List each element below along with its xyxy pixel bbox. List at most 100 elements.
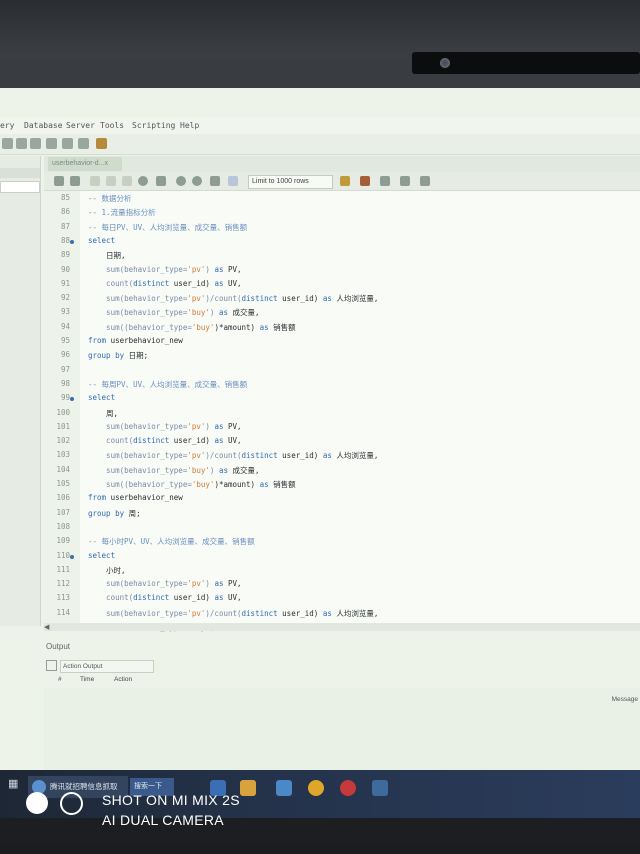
mysql-workbench-icon[interactable]: [372, 780, 388, 796]
limit-rows-select[interactable]: Limit to 1000 rows: [248, 175, 333, 189]
stop-icon[interactable]: [138, 176, 148, 186]
code-token: distinct: [241, 608, 278, 618]
scroll-left-icon[interactable]: ◀: [44, 623, 49, 631]
red-app-icon[interactable]: [340, 780, 356, 796]
task-view-icon[interactable]: ▦: [8, 777, 18, 790]
code-line[interactable]: 87 -- 每日PV、UV、人均浏览量、成交量、销售额: [44, 222, 640, 236]
execute-current-icon[interactable]: [106, 176, 116, 186]
code-line[interactable]: 102 count(distinct user_id) as UV,: [44, 436, 640, 450]
code-line[interactable]: 92 sum(behavior_type='pv')/count(distinc…: [44, 293, 640, 307]
view-icon[interactable]: [62, 138, 73, 149]
code-line[interactable]: 89 日期,: [44, 250, 640, 264]
code-line[interactable]: 105 sum((behavior_type='buy')*amount) as…: [44, 479, 640, 493]
line-number: 113: [56, 593, 70, 603]
code-line[interactable]: 104 sum(behavior_type='buy') as 成交量,: [44, 465, 640, 479]
code-line[interactable]: 109 -- 每小时PV、UV、人均浏览量、成交量、销售额: [44, 536, 640, 550]
statement-marker-icon: [70, 554, 74, 559]
horizontal-scrollbar[interactable]: ◀: [44, 623, 640, 631]
table-icon[interactable]: [46, 138, 57, 149]
code-line[interactable]: 96 group by 日期;: [44, 350, 640, 364]
line-number: 104: [56, 464, 70, 474]
new-connection-icon[interactable]: [2, 138, 13, 149]
wrap-lines-icon[interactable]: [420, 176, 430, 186]
code-line[interactable]: 99 select: [44, 393, 640, 407]
code-token: PV,: [223, 579, 242, 589]
statement-marker-icon: [70, 239, 74, 244]
code-text: count(distinct user_id) as UV,: [88, 279, 241, 288]
code-line[interactable]: 95 from userbehavior_new: [44, 336, 640, 350]
find-icon[interactable]: [360, 176, 370, 186]
code-line[interactable]: 108: [44, 522, 640, 536]
code-line[interactable]: 110 select: [44, 551, 640, 565]
code-token: distinct: [133, 436, 170, 446]
code-line[interactable]: 93 sum(behavior_type='buy') as 成交量,: [44, 307, 640, 321]
rollback-icon[interactable]: [192, 176, 202, 186]
code-token: )/count(: [205, 451, 242, 461]
code-line[interactable]: 90 sum(behavior_type='pv') as PV,: [44, 265, 640, 279]
code-line[interactable]: 112 sum(behavior_type='pv') as PV,: [44, 579, 640, 593]
output-title: Output: [46, 642, 71, 651]
tab-sql-file[interactable]: userbehavior-d...x: [48, 157, 122, 171]
line-number: 111: [56, 564, 70, 574]
line-number: 109: [56, 536, 70, 546]
code-token: ): [209, 308, 219, 318]
code-line[interactable]: 114 sum(behavior_type='pv')/count(distin…: [44, 608, 640, 622]
code-token: -- 每小时PV、UV、人均浏览量、成交量、销售额: [88, 537, 255, 547]
menu-query[interactable]: ery: [0, 121, 14, 130]
line-number: 96: [60, 350, 70, 360]
code-token: user_id): [169, 593, 215, 603]
code-line[interactable]: 113 count(distinct user_id) as UV,: [44, 593, 640, 607]
watermark-dot-outline: [60, 792, 83, 815]
autocommit-icon[interactable]: [210, 176, 220, 186]
output-col-message: Message: [611, 696, 638, 703]
code-text: sum((behavior_type='buy')*amount) as 销售额: [88, 322, 296, 333]
navigator-filter[interactable]: [0, 181, 40, 193]
code-line[interactable]: 88 select: [44, 236, 640, 250]
main-toolbar: [0, 134, 640, 155]
explain-icon[interactable]: [122, 176, 132, 186]
code-line[interactable]: 94 sum((behavior_type='buy')*amount) as …: [44, 322, 640, 336]
execute-icon[interactable]: [90, 176, 100, 186]
code-line[interactable]: 97: [44, 365, 640, 379]
save-script-icon[interactable]: [70, 176, 80, 186]
code-line[interactable]: 107 group by 周;: [44, 508, 640, 522]
code-line[interactable]: 106 from userbehavior_new: [44, 493, 640, 507]
watermark-dot-filled: [26, 792, 48, 814]
code-line[interactable]: 86 -- 1.流量指标分析: [44, 207, 640, 221]
code-text: from userbehavior_new: [88, 493, 183, 502]
menu-scripting[interactable]: Scripting: [132, 121, 175, 130]
code-text: -- 每小时PV、UV、人均浏览量、成交量、销售额: [88, 536, 255, 547]
code-token: 周;: [124, 508, 141, 518]
toggle-error-icon[interactable]: [156, 176, 166, 186]
open-sql-icon[interactable]: [16, 138, 27, 149]
code-token: 成交量,: [227, 308, 260, 318]
output-type-select[interactable]: Action Output: [60, 660, 154, 673]
procedure-icon[interactable]: [78, 138, 89, 149]
menu-server[interactable]: Server: [66, 121, 95, 130]
code-line[interactable]: 101 sum(behavior_type='pv') as PV,: [44, 422, 640, 436]
invisible-chars-icon[interactable]: [400, 176, 410, 186]
menu-help[interactable]: Help: [180, 121, 199, 130]
menu-tools[interactable]: Tools: [100, 121, 124, 130]
code-line[interactable]: 100 周,: [44, 408, 640, 422]
code-token: PV,: [223, 421, 242, 431]
toggle-results-icon[interactable]: [228, 176, 238, 186]
line-number: 86: [60, 207, 70, 217]
folder-icon[interactable]: [54, 176, 64, 186]
code-token: user_id): [277, 294, 323, 304]
code-line[interactable]: 111 小时,: [44, 565, 640, 579]
commit-icon[interactable]: [176, 176, 186, 186]
menu-database[interactable]: Database: [24, 121, 63, 130]
sql-editor[interactable]: 85 -- 数据分析 86 -- 1.流量指标分析 87 -- 每日PV、UV、人均浏览量…: [44, 191, 640, 632]
reconnect-icon[interactable]: [96, 138, 107, 149]
code-line[interactable]: 91 count(distinct user_id) as UV,: [44, 279, 640, 293]
code-line[interactable]: 85 -- 数据分析: [44, 193, 640, 207]
code-token: count(: [88, 593, 134, 603]
beautify-icon[interactable]: [340, 176, 350, 186]
save-icon[interactable]: [30, 138, 41, 149]
code-line[interactable]: 103 sum(behavior_type='pv')/count(distin…: [44, 450, 640, 464]
search-icon[interactable]: [380, 176, 390, 186]
output-copy-icon[interactable]: [46, 660, 57, 671]
code-line[interactable]: 98 -- 每周PV、UV、人均浏览量、成交量、销售额: [44, 379, 640, 393]
code-token: 'pv': [187, 451, 206, 461]
